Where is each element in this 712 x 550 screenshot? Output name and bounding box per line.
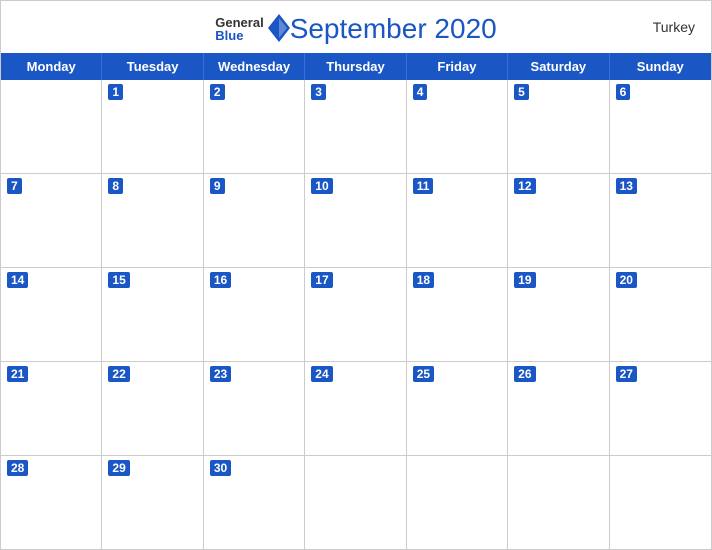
day-header-wednesday: Wednesday (204, 53, 305, 80)
day-cell: 2 (204, 80, 305, 173)
day-cell: 19 (508, 268, 609, 361)
day-cell: 26 (508, 362, 609, 455)
day-cell: 16 (204, 268, 305, 361)
day-cell: 3 (305, 80, 406, 173)
date-number: 25 (413, 366, 434, 382)
day-cell: 30 (204, 456, 305, 549)
date-number: 16 (210, 272, 231, 288)
date-number: 30 (210, 460, 231, 476)
calendar-header: General Blue September 2020 Turkey (1, 1, 711, 53)
logo-text-block: General Blue (215, 16, 263, 42)
day-cell: 13 (610, 174, 711, 267)
date-number: 7 (7, 178, 22, 194)
date-number: 1 (108, 84, 123, 100)
logo: General Blue (215, 16, 289, 42)
day-cell (508, 456, 609, 549)
day-cell: 1 (102, 80, 203, 173)
day-cell: 29 (102, 456, 203, 549)
week-row-3: 14 15 16 17 18 19 20 (1, 268, 711, 362)
day-cell: 5 (508, 80, 609, 173)
week-row-5: 28 29 30 (1, 456, 711, 549)
day-cell: 25 (407, 362, 508, 455)
date-number: 20 (616, 272, 637, 288)
date-number: 9 (210, 178, 225, 194)
day-cell: 4 (407, 80, 508, 173)
day-cell: 28 (1, 456, 102, 549)
date-number: 28 (7, 460, 28, 476)
date-number: 17 (311, 272, 332, 288)
day-cell: 14 (1, 268, 102, 361)
day-cell: 20 (610, 268, 711, 361)
date-number: 10 (311, 178, 332, 194)
day-cell (407, 456, 508, 549)
day-cell: 15 (102, 268, 203, 361)
logo-icon (268, 14, 290, 42)
day-header-thursday: Thursday (305, 53, 406, 80)
date-number: 5 (514, 84, 529, 100)
date-number: 26 (514, 366, 535, 382)
day-cell: 22 (102, 362, 203, 455)
date-number: 6 (616, 84, 631, 100)
calendar-title: September 2020 (290, 13, 497, 45)
day-cell: 23 (204, 362, 305, 455)
day-header-monday: Monday (1, 53, 102, 80)
date-number: 23 (210, 366, 231, 382)
date-number: 11 (413, 178, 434, 194)
day-cell: 11 (407, 174, 508, 267)
day-cell (305, 456, 406, 549)
calendar-grid: 1234567891011121314151617181920212223242… (1, 80, 711, 549)
day-headers: Monday Tuesday Wednesday Thursday Friday… (1, 53, 711, 80)
calendar-container: General Blue September 2020 Turkey Monda… (0, 0, 712, 550)
week-row-4: 21 22 23 24 25 26 27 (1, 362, 711, 456)
day-cell: 12 (508, 174, 609, 267)
day-cell: 17 (305, 268, 406, 361)
day-cell: 8 (102, 174, 203, 267)
date-number: 3 (311, 84, 326, 100)
day-cell: 9 (204, 174, 305, 267)
week-row-1: 1 2 3 4 5 6 (1, 80, 711, 174)
date-number: 29 (108, 460, 129, 476)
day-header-tuesday: Tuesday (102, 53, 203, 80)
day-cell: 21 (1, 362, 102, 455)
day-cell: 7 (1, 174, 102, 267)
date-number: 4 (413, 84, 428, 100)
date-number: 2 (210, 84, 225, 100)
day-cell: 27 (610, 362, 711, 455)
day-cell (1, 80, 102, 173)
day-cell: 10 (305, 174, 406, 267)
date-number: 22 (108, 366, 129, 382)
date-number: 21 (7, 366, 28, 382)
week-row-2: 7 8 9 10 11 12 13 (1, 174, 711, 268)
day-header-friday: Friday (407, 53, 508, 80)
date-number: 27 (616, 366, 637, 382)
day-header-sunday: Sunday (610, 53, 711, 80)
day-cell: 24 (305, 362, 406, 455)
date-number: 15 (108, 272, 129, 288)
day-header-saturday: Saturday (508, 53, 609, 80)
date-number: 13 (616, 178, 637, 194)
day-cell (610, 456, 711, 549)
date-number: 8 (108, 178, 123, 194)
date-number: 19 (514, 272, 535, 288)
date-number: 24 (311, 366, 332, 382)
logo-blue: Blue (215, 29, 263, 42)
day-cell: 18 (407, 268, 508, 361)
day-cell: 6 (610, 80, 711, 173)
date-number: 18 (413, 272, 434, 288)
date-number: 12 (514, 178, 535, 194)
date-number: 14 (7, 272, 28, 288)
country-label: Turkey (653, 19, 695, 35)
